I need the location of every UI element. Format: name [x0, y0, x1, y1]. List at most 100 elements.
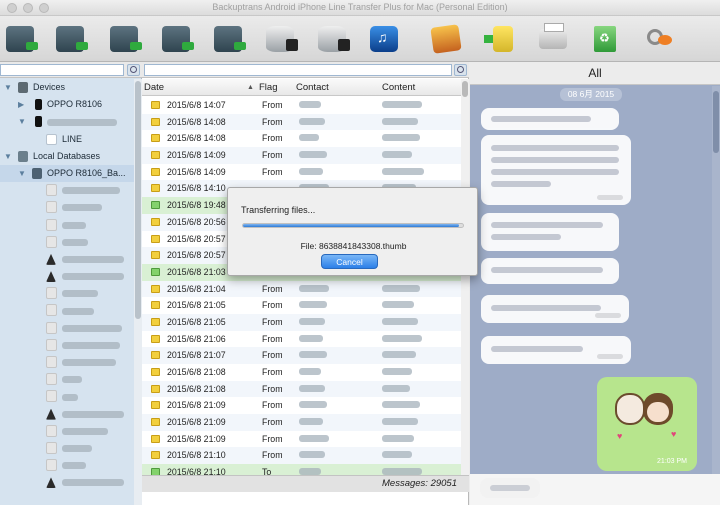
disclosure-closed-icon[interactable]: ▶	[18, 96, 24, 113]
title-bar: Backuptrans Android iPhone Line Transfer…	[0, 0, 720, 16]
table-row[interactable]: 2015/6/8 14:09 From	[142, 147, 461, 164]
tree-item-contact[interactable]	[0, 302, 134, 319]
contact-name-blurred	[62, 457, 86, 474]
tree-item-contact[interactable]	[0, 354, 134, 371]
table-row[interactable]: 2015/6/8 21:04 From	[142, 280, 461, 298]
message-icon	[151, 384, 160, 393]
delete-button[interactable]	[587, 22, 623, 56]
table-row[interactable]: 2015/6/8 21:05 From	[142, 313, 461, 331]
restore-from-database-button[interactable]	[262, 22, 298, 56]
chat-bubble	[480, 478, 540, 498]
tree-item-device-oppo[interactable]: ▶ OPPO R8106	[0, 96, 134, 113]
table-row[interactable]: 2015/6/8 21:09 From	[142, 397, 461, 414]
sidebar-scrollbar[interactable]	[134, 79, 142, 505]
column-header-content[interactable]: Content	[382, 82, 415, 93]
register-button[interactable]	[640, 22, 676, 56]
table-row[interactable]: 2015/6/8 21:09 From	[142, 431, 461, 448]
disclosure-open-icon[interactable]: ▼	[4, 79, 12, 96]
sidebar-search-bar	[0, 62, 142, 78]
tree-item-contact[interactable]	[0, 371, 134, 388]
tree-item-contact[interactable]	[0, 440, 134, 457]
cell-contact-blurred	[299, 101, 321, 108]
message-scrollbar[interactable]	[461, 79, 469, 479]
tree-item-contact[interactable]	[0, 234, 134, 251]
table-row[interactable]: 2015/6/8 21:09 From	[142, 414, 461, 431]
export-to-itunes-button[interactable]	[366, 22, 402, 56]
cell-content-blurred	[382, 351, 416, 359]
chat-sticker-message[interactable]: ♥ ♥ 21:03 PM	[597, 377, 697, 471]
scrollbar-thumb[interactable]	[135, 81, 141, 319]
sidebar-search-input[interactable]	[0, 64, 124, 76]
progress-bar	[242, 223, 464, 228]
disclosure-open-icon[interactable]: ▼	[18, 165, 26, 182]
cell-content-blurred	[382, 151, 412, 159]
scrollbar-thumb[interactable]	[462, 81, 468, 97]
cell-content-blurred	[382, 101, 422, 108]
tree-item-contact[interactable]	[0, 388, 134, 405]
tree-item-group[interactable]	[0, 251, 134, 268]
search-icon[interactable]	[454, 64, 467, 76]
column-header-date[interactable]: Date	[144, 82, 164, 93]
column-header-flag[interactable]: Flag	[259, 82, 277, 93]
table-row[interactable]: 2015/6/8 21:07 From	[142, 347, 461, 364]
database-icon	[18, 150, 28, 162]
table-row[interactable]: 2015/6/8 21:08 From	[142, 364, 461, 381]
transfer-android-to-iphone-button[interactable]	[52, 22, 88, 56]
devices-icon	[18, 82, 28, 93]
table-row[interactable]: 2015/6/8 14:09 From	[142, 164, 461, 181]
tree-item-line[interactable]: LINE	[0, 131, 134, 148]
table-row[interactable]: 2015/6/8 21:08 From	[142, 380, 461, 398]
search-icon[interactable]	[127, 64, 140, 76]
tree-label-iphone-blurred	[47, 113, 117, 130]
transfer-iphone-to-android-button[interactable]	[106, 22, 142, 56]
table-row[interactable]: 2015/6/8 14:08 From	[142, 113, 461, 131]
tree-item-devices[interactable]: ▼ Devices	[0, 79, 134, 96]
chat-scrollbar[interactable]	[712, 86, 720, 505]
tree-item-contact[interactable]	[0, 285, 134, 302]
group-icon	[46, 253, 56, 265]
cell-contact-blurred	[299, 351, 327, 359]
export-photos-button[interactable]	[428, 22, 464, 56]
cell-flag: From	[262, 300, 283, 311]
transfer-phone-to-phone-button[interactable]	[158, 22, 194, 56]
tree-item-local-databases[interactable]: ▼ Local Databases	[0, 148, 134, 165]
tree-item-group[interactable]	[0, 406, 134, 423]
cell-date: 2015/6/8 21:08	[167, 367, 226, 377]
tree-item-database-oppo[interactable]: ▼ OPPO R8106_Ba...	[0, 164, 134, 183]
cancel-button[interactable]: Cancel	[321, 254, 378, 269]
message-icon	[151, 167, 160, 176]
message-search-input[interactable]	[144, 64, 452, 76]
sort-ascending-icon[interactable]: ▲	[247, 84, 254, 91]
tree-item-contact[interactable]	[0, 217, 134, 234]
device-tree: ▼ Devices ▶ OPPO R8106 ▼ LINE ▼ Local Da…	[0, 79, 134, 505]
phone-to-computer-icon	[6, 26, 38, 52]
tree-item-contact[interactable]	[0, 182, 134, 199]
contact-name-blurred	[62, 354, 116, 371]
tree-item-contact[interactable]	[0, 320, 134, 337]
restore-to-android-button[interactable]	[210, 22, 246, 56]
tree-item-contact[interactable]	[0, 199, 134, 216]
tree-item-group[interactable]	[0, 474, 134, 491]
disclosure-open-icon[interactable]: ▼	[18, 113, 26, 130]
scrollbar-thumb[interactable]	[713, 91, 719, 153]
tree-item-contact[interactable]	[0, 423, 134, 440]
table-row[interactable]: 2015/6/8 14:07 From	[142, 97, 461, 114]
tree-item-contact[interactable]	[0, 337, 134, 354]
print-button[interactable]	[535, 22, 571, 56]
restore-to-iphone-button[interactable]	[314, 22, 350, 56]
export-notes-button[interactable]	[484, 22, 521, 56]
tree-item-contact[interactable]	[0, 457, 134, 474]
tree-item-iphone[interactable]: ▼	[0, 113, 134, 130]
backup-to-computer-button[interactable]	[2, 22, 38, 56]
table-row[interactable]: 2015/6/8 21:10 From	[142, 447, 461, 465]
table-row[interactable]: 2015/6/8 14:08 From	[142, 130, 461, 147]
tree-item-group[interactable]	[0, 268, 134, 285]
table-row[interactable]: 2015/6/8 21:06 From	[142, 331, 461, 348]
cell-content-blurred	[382, 418, 418, 426]
table-row[interactable]: 2015/6/8 21:05 From	[142, 297, 461, 314]
group-icon	[46, 408, 56, 420]
column-header-contact[interactable]: Contact	[296, 82, 329, 93]
sticker-timestamp: 21:03 PM	[657, 458, 687, 465]
disclosure-open-icon[interactable]: ▼	[4, 148, 12, 165]
cell-date: 2015/6/8 21:06	[167, 333, 226, 344]
